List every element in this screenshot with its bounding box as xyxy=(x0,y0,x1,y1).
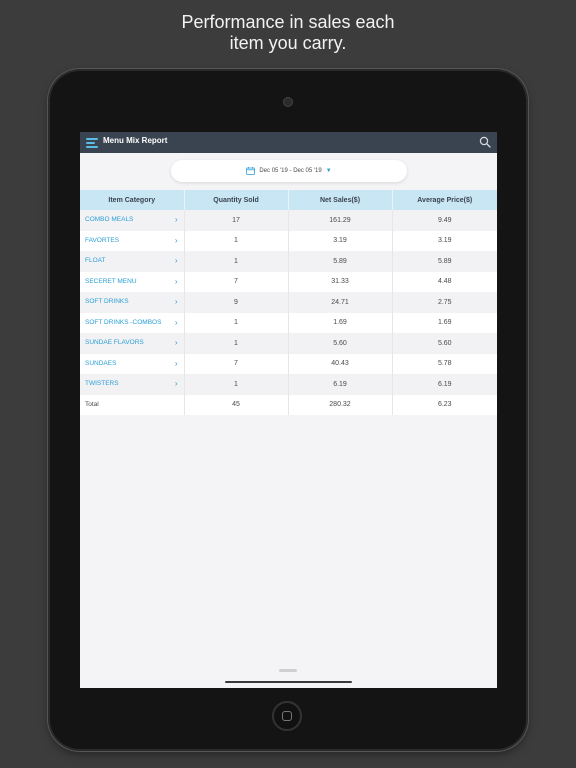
category-cell[interactable]: COMBO MEALS › xyxy=(80,210,185,231)
average-price-cell: 6.19 xyxy=(392,374,497,395)
chevron-right-icon[interactable]: › xyxy=(175,359,178,368)
home-button-square-icon xyxy=(282,711,292,721)
headline-line-2: item you carry. xyxy=(229,33,347,53)
total-average-price-cell: 6.23 xyxy=(392,394,497,415)
date-range-picker[interactable]: Dec 05 '19 - Dec 05 '19 ▼ xyxy=(171,160,407,182)
category-cell[interactable]: SUNDAE FLAVORS › xyxy=(80,333,185,354)
category-cell[interactable]: SOFT DRINKS › xyxy=(80,292,185,313)
chevron-down-icon: ▼ xyxy=(325,168,332,174)
calendar-icon xyxy=(246,167,256,175)
chevron-right-icon[interactable]: › xyxy=(175,318,178,327)
table-row[interactable]: FLOAT › 1 5.89 5.89 xyxy=(80,251,497,272)
home-indicator[interactable] xyxy=(225,681,352,683)
table-header-row: Item Category Quantity Sold Net Sales($)… xyxy=(80,190,497,210)
category-label[interactable]: SOFT DRINKS -COMBOS xyxy=(85,319,161,326)
category-label[interactable]: SOFT DRINKS xyxy=(85,298,129,305)
net-sales-cell: 1.69 xyxy=(288,312,393,333)
category-cell[interactable]: FAVORTES › xyxy=(80,230,185,251)
column-header-average-price[interactable]: Average Price($) xyxy=(392,190,497,210)
category-label[interactable]: SECERET MENU xyxy=(85,278,137,285)
headline-line-1: Performance in sales each xyxy=(181,12,395,32)
search-icon[interactable] xyxy=(479,136,491,148)
category-cell[interactable]: SOFT DRINKS -COMBOS › xyxy=(80,312,185,333)
net-sales-cell: 24.71 xyxy=(288,292,393,313)
total-label-cell: Total xyxy=(80,394,185,415)
category-cell[interactable]: SECERET MENU › xyxy=(80,271,185,292)
chevron-right-icon[interactable]: › xyxy=(175,236,178,245)
category-cell[interactable]: TWISTERS › xyxy=(80,374,185,395)
quantity-cell: 9 xyxy=(184,292,289,313)
app-screen: Menu Mix Report Dec 05 '19 - Dec 05 '19 … xyxy=(80,132,497,688)
quantity-cell: 1 xyxy=(184,230,289,251)
average-price-cell: 5.60 xyxy=(392,333,497,354)
front-camera xyxy=(283,97,293,107)
net-sales-cell: 5.60 xyxy=(288,333,393,354)
quantity-cell: 1 xyxy=(184,312,289,333)
net-sales-cell: 31.33 xyxy=(288,271,393,292)
quantity-cell: 1 xyxy=(184,333,289,354)
date-range-label: Dec 05 '19 - Dec 05 '19 xyxy=(259,168,322,174)
average-price-cell: 2.75 xyxy=(392,292,497,313)
total-quantity-cell: 45 xyxy=(184,394,289,415)
total-row: Total 45 280.32 6.23 xyxy=(80,394,497,415)
chevron-right-icon[interactable]: › xyxy=(175,297,178,306)
quantity-cell: 1 xyxy=(184,251,289,272)
table-row[interactable]: SUNDAE FLAVORS › 1 5.60 5.60 xyxy=(80,333,497,354)
menu-mix-table: Item Category Quantity Sold Net Sales($)… xyxy=(80,190,497,415)
chevron-right-icon[interactable]: › xyxy=(175,277,178,286)
home-button[interactable] xyxy=(272,701,302,731)
category-label[interactable]: SUNDAES xyxy=(85,360,116,367)
app-header: Menu Mix Report xyxy=(80,132,497,153)
category-label[interactable]: COMBO MEALS xyxy=(85,216,133,223)
net-sales-cell: 3.19 xyxy=(288,230,393,251)
chevron-right-icon[interactable]: › xyxy=(175,256,178,265)
chevron-right-icon[interactable]: › xyxy=(175,215,178,224)
average-price-cell: 9.49 xyxy=(392,210,497,231)
table-row[interactable]: FAVORTES › 1 3.19 3.19 xyxy=(80,230,497,251)
category-label[interactable]: FAVORTES xyxy=(85,237,119,244)
net-sales-cell: 161.29 xyxy=(288,210,393,231)
net-sales-cell: 6.19 xyxy=(288,374,393,395)
category-label[interactable]: TWISTERS xyxy=(85,380,119,387)
table-row[interactable]: SOFT DRINKS › 9 24.71 2.75 xyxy=(80,292,497,313)
column-header-item-category[interactable]: Item Category xyxy=(80,190,185,210)
column-header-net-sales[interactable]: Net Sales($) xyxy=(288,190,393,210)
hamburger-menu-icon[interactable] xyxy=(86,138,98,148)
average-price-cell: 5.78 xyxy=(392,353,497,374)
category-cell[interactable]: FLOAT › xyxy=(80,251,185,272)
average-price-cell: 1.69 xyxy=(392,312,497,333)
table-row[interactable]: SOFT DRINKS -COMBOS › 1 1.69 1.69 xyxy=(80,312,497,333)
category-label[interactable]: SUNDAE FLAVORS xyxy=(85,339,144,346)
table-row[interactable]: SUNDAES › 7 40.43 5.78 xyxy=(80,353,497,374)
quantity-cell: 17 xyxy=(184,210,289,231)
category-label[interactable]: FLOAT xyxy=(85,257,105,264)
net-sales-cell: 5.89 xyxy=(288,251,393,272)
quantity-cell: 7 xyxy=(184,271,289,292)
average-price-cell: 4.48 xyxy=(392,271,497,292)
average-price-cell: 3.19 xyxy=(392,230,497,251)
total-label: Total xyxy=(85,400,99,408)
column-header-quantity-sold[interactable]: Quantity Sold xyxy=(184,190,289,210)
page-title: Menu Mix Report xyxy=(103,136,168,145)
total-net-sales-cell: 280.32 xyxy=(288,394,393,415)
category-cell[interactable]: SUNDAES › xyxy=(80,353,185,374)
table-row[interactable]: SECERET MENU › 7 31.33 4.48 xyxy=(80,271,497,292)
table-row[interactable]: COMBO MEALS › 17 161.29 9.49 xyxy=(80,210,497,231)
table-row[interactable]: TWISTERS › 1 6.19 6.19 xyxy=(80,374,497,395)
quantity-cell: 1 xyxy=(184,374,289,395)
quantity-cell: 7 xyxy=(184,353,289,374)
scroll-grip[interactable] xyxy=(279,669,297,672)
marketing-headline: Performance in sales each item you carry… xyxy=(0,12,576,54)
chevron-right-icon[interactable]: › xyxy=(175,338,178,347)
average-price-cell: 5.89 xyxy=(392,251,497,272)
chevron-right-icon[interactable]: › xyxy=(175,379,178,388)
net-sales-cell: 40.43 xyxy=(288,353,393,374)
